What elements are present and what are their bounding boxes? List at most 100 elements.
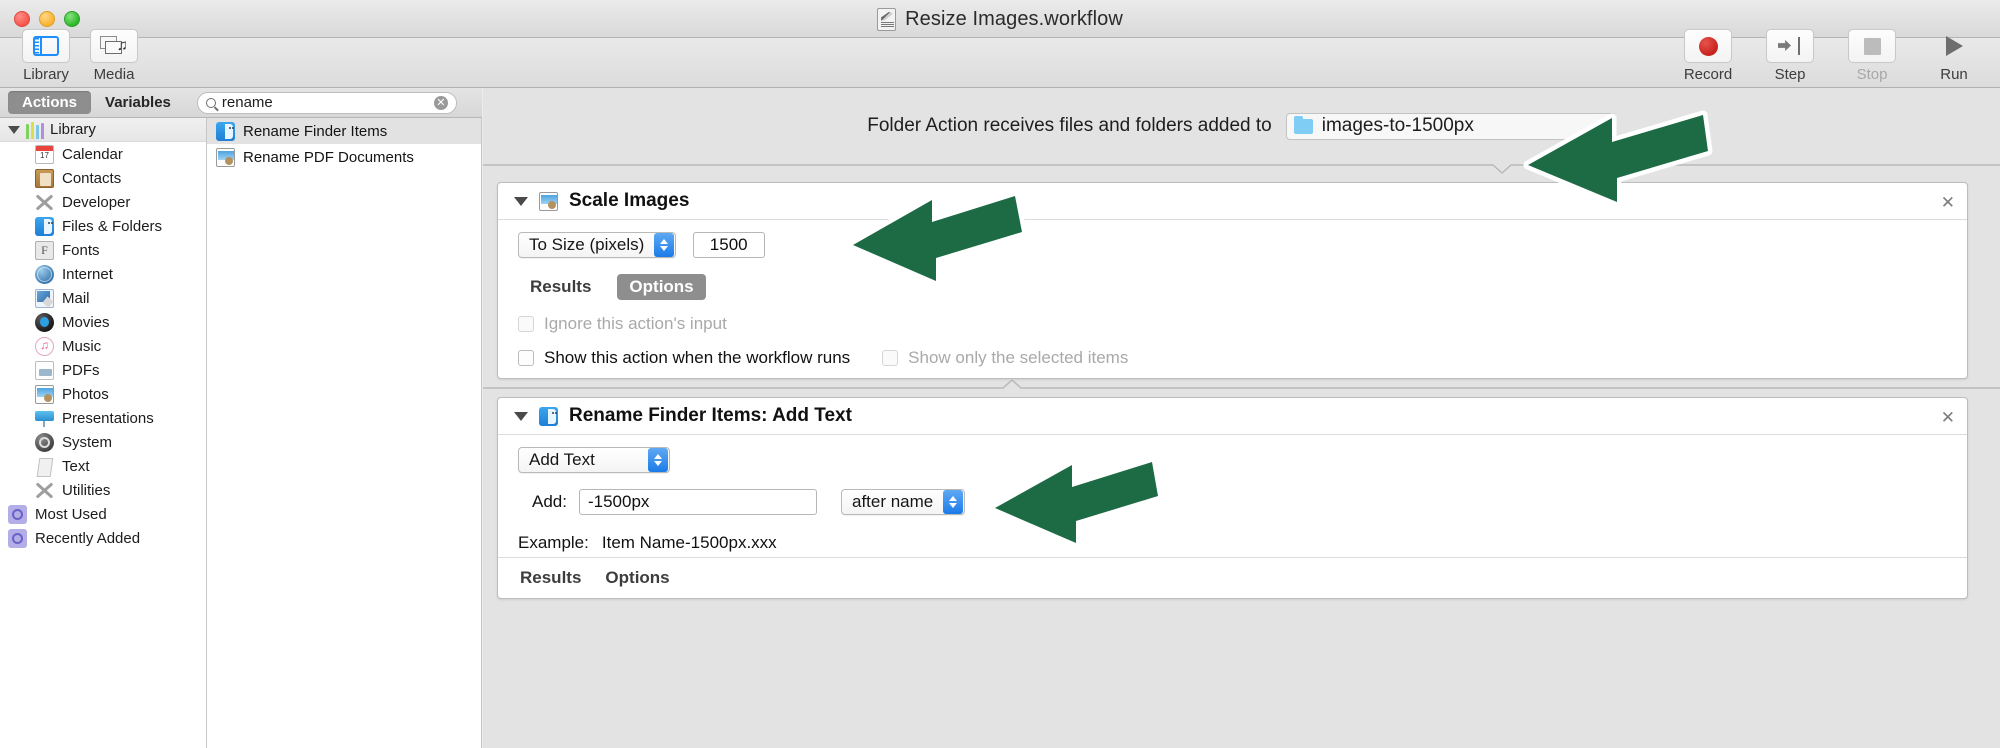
internet-icon: [35, 264, 54, 284]
list-item[interactable]: Rename Finder Items: [207, 118, 481, 144]
step-icon: [1778, 37, 1802, 55]
sidebar-item-calendar[interactable]: Calendar: [0, 142, 206, 166]
rename-finder-items-tabs: Results Options: [498, 557, 1967, 598]
tab-actions[interactable]: Actions: [8, 91, 92, 114]
action-card-rename-finder-items[interactable]: Rename Finder Items: Add Text ✕ Add Text…: [497, 397, 1968, 599]
search-field[interactable]: rename ✕: [196, 91, 457, 114]
example-label: Example:: [518, 533, 589, 552]
toolbar-run-label: Run: [1940, 66, 1968, 83]
developer-icon: [35, 193, 54, 212]
toolbar-media-label: Media: [93, 66, 135, 83]
sidebar-item-label: PDFs: [62, 361, 100, 379]
automator-window: Resize Images.workflow Library ♫ Media R: [0, 0, 2000, 748]
checkbox-ignore-input-label: Ignore this action's input: [544, 314, 727, 333]
tab-options[interactable]: Options: [603, 566, 671, 590]
checkbox-show-action-label: Show this action when the workflow runs: [544, 348, 851, 367]
rename-mode-popup[interactable]: Add Text: [518, 447, 670, 473]
books-icon: [26, 121, 44, 139]
toolbar-library-button[interactable]: Library: [16, 29, 76, 83]
toolbar-run-button[interactable]: Run: [1924, 29, 1984, 83]
toolbar-media-button[interactable]: ♫ Media: [84, 29, 144, 83]
scale-size-input[interactable]: 1500: [692, 232, 765, 258]
sidebar-item-files-folders[interactable]: Files & Folders: [0, 214, 206, 238]
photos-icon: [539, 191, 558, 211]
add-position-stepper-icon[interactable]: [943, 490, 964, 514]
folder-icon: [1293, 115, 1313, 134]
fonts-icon: [35, 240, 54, 260]
rename-finder-items-title: Rename Finder Items: Add Text: [569, 405, 852, 426]
folder-chooser-popup[interactable]: images-to-1500px: [1285, 112, 1616, 140]
finder-icon: [539, 406, 558, 426]
toolbar-step-button[interactable]: Step: [1760, 29, 1820, 83]
sidebar-item-label: Photos: [62, 385, 109, 403]
sidebar-item-library[interactable]: Library: [0, 118, 206, 142]
photos-icon: [35, 384, 54, 404]
sidebar-item-contacts[interactable]: Contacts: [0, 166, 206, 190]
sidebar-item-movies[interactable]: Movies: [0, 310, 206, 334]
sidebar-item-mail[interactable]: Mail: [0, 286, 206, 310]
tab-results[interactable]: Results: [518, 274, 603, 300]
clear-icon[interactable]: ✕: [433, 95, 448, 110]
library-icon: [33, 36, 59, 56]
tab-results[interactable]: Results: [518, 566, 583, 590]
system-icon: [35, 432, 54, 452]
checkbox-show-selected[interactable]: [882, 350, 899, 366]
tab-options[interactable]: Options: [617, 274, 706, 300]
sidebar-item-utilities[interactable]: Utilities: [0, 478, 206, 502]
rename-mode-stepper-icon[interactable]: [648, 448, 668, 472]
action-name-label: Rename PDF Documents: [243, 148, 414, 166]
close-icon[interactable]: ✕: [1941, 194, 1955, 211]
list-item[interactable]: Rename PDF Documents: [207, 144, 481, 170]
sidebar-item-photos[interactable]: Photos: [0, 382, 206, 406]
sidebar-item-label: Music: [62, 337, 102, 355]
checkbox-ignore-input-row[interactable]: Ignore this action's input: [518, 314, 1951, 334]
sidebar-item-internet[interactable]: Internet: [0, 262, 206, 286]
action-card-scale-images[interactable]: Scale Images ✕ To Size (pixels) 1500 Res…: [497, 182, 1968, 379]
toolbar-left-group: Library ♫ Media: [16, 29, 144, 83]
movies-icon: [35, 312, 54, 332]
add-position-popup[interactable]: after name: [840, 489, 965, 515]
rename-mode-value: Add Text: [529, 450, 595, 469]
sidebar-item-developer[interactable]: Developer: [0, 190, 206, 214]
sidebar-item-music[interactable]: Music: [0, 334, 206, 358]
connector-middle: [483, 379, 2000, 397]
sidebar-item-recently-added[interactable]: Recently Added: [0, 526, 206, 550]
library-sidebar[interactable]: Library Calendar Contacts Developer Files &…: [0, 118, 207, 748]
sidebar-item-text[interactable]: Text: [0, 454, 206, 478]
search-input[interactable]: rename: [222, 94, 428, 111]
tab-variables[interactable]: Variables: [91, 91, 185, 114]
chevron-down-icon[interactable]: [514, 411, 528, 421]
workflow-canvas[interactable]: Folder Action receives files and folders…: [483, 88, 2000, 748]
rename-finder-items-header[interactable]: Rename Finder Items: Add Text ✕: [498, 398, 1967, 435]
example-value: Item Name-1500px.xxx: [601, 533, 777, 552]
chevron-down-icon[interactable]: [514, 196, 528, 206]
checkbox-ignore-input[interactable]: [518, 316, 534, 332]
add-text-input[interactable]: -1500px: [578, 489, 817, 515]
sidebar-item-most-used[interactable]: Most Used: [0, 502, 206, 526]
text-icon: [35, 457, 54, 476]
scale-images-header[interactable]: Scale Images ✕: [498, 183, 1967, 220]
sidebar-item-system[interactable]: System: [0, 430, 206, 454]
action-name-label: Rename Finder Items: [243, 122, 388, 140]
toolbar-stop-button[interactable]: Stop: [1842, 29, 1902, 83]
sidebar-item-label: Fonts: [62, 241, 100, 259]
sidebar-item-label: Presentations: [62, 409, 154, 427]
action-results-list[interactable]: Rename Finder Items Rename PDF Documents: [207, 118, 482, 748]
close-icon[interactable]: ✕: [1941, 409, 1955, 426]
sidebar-item-presentations[interactable]: Presentations: [0, 406, 206, 430]
toolbar-stop-label: Stop: [1856, 66, 1888, 83]
sidebar-item-label: Calendar: [62, 145, 123, 163]
sidebar-group-label: Most Used: [35, 505, 107, 523]
sidebar-item-pdfs[interactable]: PDFs: [0, 358, 206, 382]
finder-icon: [35, 216, 54, 236]
toolbar-record-button[interactable]: Record: [1678, 29, 1738, 83]
automator-document-icon: [877, 7, 897, 31]
utilities-icon: [35, 481, 54, 500]
toolbar-record-label: Record: [1683, 66, 1733, 83]
folder-action-description: Folder Action receives files and folders…: [867, 115, 1272, 136]
scale-mode-stepper-icon[interactable]: [654, 233, 675, 257]
scale-mode-popup[interactable]: To Size (pixels): [518, 232, 677, 258]
chevron-down-icon[interactable]: [8, 125, 20, 134]
sidebar-item-fonts[interactable]: Fonts: [0, 238, 206, 262]
checkbox-show-action[interactable]: [518, 350, 534, 366]
